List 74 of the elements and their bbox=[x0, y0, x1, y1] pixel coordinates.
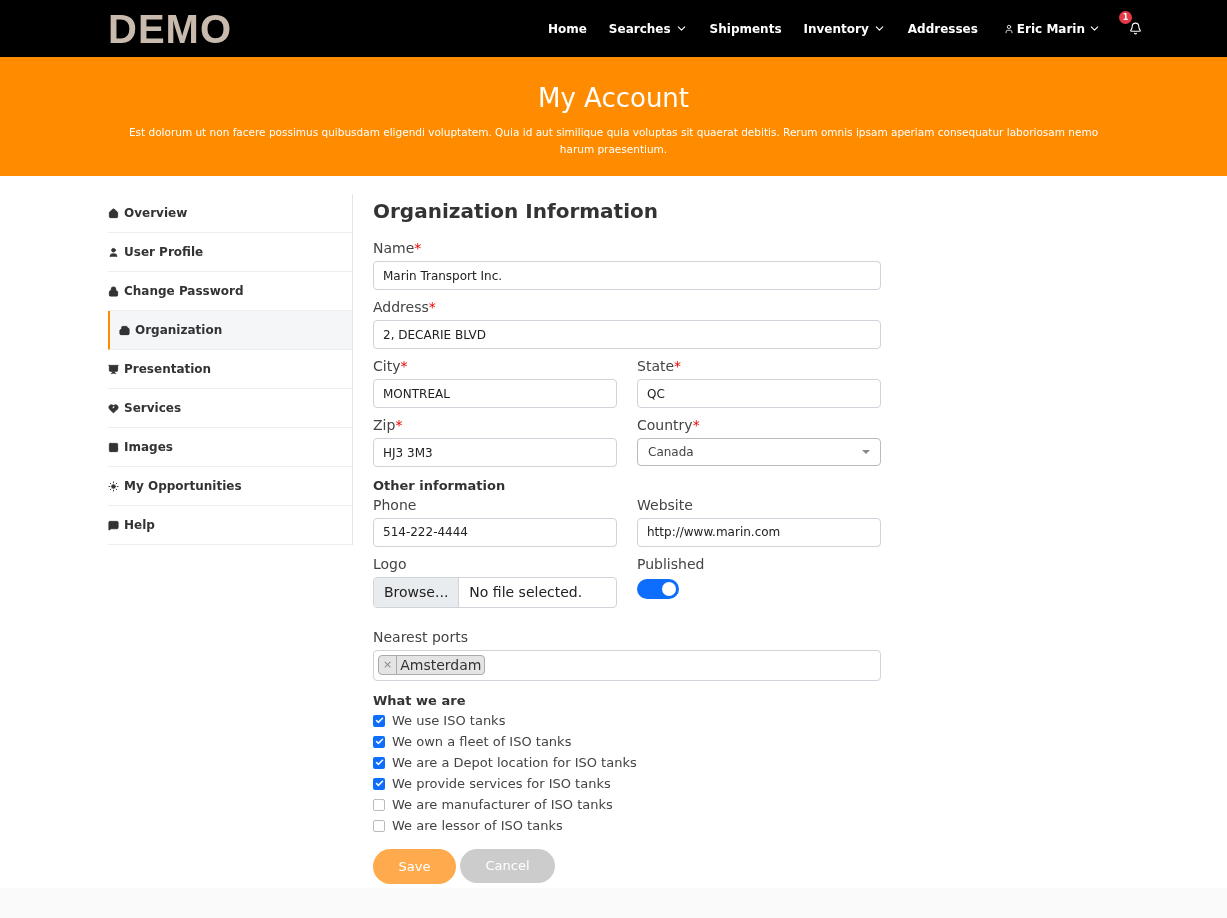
heart-icon bbox=[108, 402, 119, 414]
sidebar-item[interactable]: Help bbox=[108, 506, 352, 545]
sidebar-item[interactable]: Organization bbox=[108, 311, 352, 350]
checkbox[interactable] bbox=[373, 777, 385, 790]
nav-link[interactable]: Inventory bbox=[803, 19, 886, 38]
checkbox-label: We use ISO tanks bbox=[392, 711, 506, 730]
toggle-switch[interactable] bbox=[637, 578, 679, 599]
checkbox[interactable] bbox=[373, 735, 385, 748]
nav-link[interactable]: Searches bbox=[608, 19, 688, 38]
sidebar-item[interactable]: Images bbox=[108, 428, 352, 467]
file-field[interactable]: Browse... No file selected. bbox=[373, 576, 617, 608]
checkbox[interactable] bbox=[373, 819, 385, 832]
country-dropdown[interactable]: Canada bbox=[637, 438, 881, 466]
checkbox[interactable] bbox=[373, 714, 385, 727]
sidebar-item[interactable]: My Opportunities bbox=[108, 467, 352, 506]
field-label: Phone bbox=[373, 495, 417, 515]
subsection-heading: Other information bbox=[373, 477, 507, 495]
required-asterisk: * bbox=[428, 298, 436, 317]
port-tag: × Amsterdam bbox=[378, 655, 486, 675]
nav-link[interactable]: Home bbox=[547, 19, 587, 38]
required-asterisk: * bbox=[400, 357, 408, 376]
text-field[interactable]: HJ3 3M3 bbox=[373, 438, 617, 467]
field-label: Logo bbox=[373, 554, 407, 574]
checkbox-label: We own a fleet of ISO tanks bbox=[392, 732, 572, 751]
browse-button[interactable]: Browse... bbox=[374, 577, 460, 607]
text-field[interactable]: Marin Transport Inc. bbox=[373, 261, 881, 290]
field-label: Country bbox=[637, 416, 693, 435]
house-icon bbox=[108, 207, 119, 219]
text-field[interactable]: 2, DECARIE BLVD bbox=[373, 320, 881, 349]
sidebar-item[interactable]: Services bbox=[108, 389, 352, 428]
page-title: My Account bbox=[537, 82, 690, 115]
sun-icon bbox=[108, 480, 119, 492]
section-title: Organization Information bbox=[373, 198, 659, 225]
field-label: Zip bbox=[373, 416, 396, 435]
required-asterisk: * bbox=[395, 416, 403, 435]
text-field[interactable]: QC bbox=[637, 379, 881, 408]
person-icon bbox=[108, 246, 119, 258]
field-label: Address bbox=[373, 298, 429, 317]
checkbox[interactable] bbox=[373, 756, 385, 769]
checkbox-label: We are lessor of ISO tanks bbox=[392, 816, 563, 835]
field-label: Published bbox=[637, 554, 705, 574]
text-field[interactable]: 514-222-4444 bbox=[373, 517, 617, 547]
bell-icon[interactable] bbox=[1129, 22, 1142, 35]
presentation-icon bbox=[108, 363, 119, 375]
caret-icon bbox=[862, 450, 870, 454]
checkbox-label: We provide services for ISO tanks bbox=[392, 774, 611, 793]
field-label: City bbox=[373, 357, 401, 376]
message-icon bbox=[108, 519, 119, 531]
text-field[interactable]: MONTREAL bbox=[373, 379, 617, 408]
lock-icon bbox=[108, 285, 119, 297]
required-asterisk: * bbox=[692, 416, 700, 435]
user-menu[interactable]: Eric Marin bbox=[1003, 19, 1101, 38]
sidebar-item[interactable]: Overview bbox=[108, 194, 352, 233]
subsection-heading: What we are bbox=[373, 691, 467, 710]
required-asterisk: * bbox=[414, 239, 422, 258]
sidebar-item[interactable]: User Profile bbox=[108, 233, 352, 272]
nav-link[interactable]: Shipments bbox=[709, 19, 782, 38]
banner-text: Est dolorum ut non facere possimus quibusdam eligendi voluptatem. Quia id aut similique quia voluptas sit quaerat debitis. Rerum omnis ipsam aperiam consequatur laboriosam nemo harum praesentium. bbox=[127, 125, 1100, 157]
person-icon bbox=[1003, 23, 1014, 34]
file-name: No file selected. bbox=[468, 582, 584, 602]
checkbox-label: We are a Depot location for ISO tanks bbox=[392, 753, 637, 772]
field-label: Website bbox=[637, 495, 693, 515]
sidebar-item[interactable]: Presentation bbox=[108, 350, 352, 389]
notification-badge: 1 bbox=[1119, 11, 1132, 24]
brand-logo[interactable]: DEMO bbox=[108, 0, 232, 59]
text-field[interactable]: http://www.marin.com bbox=[637, 517, 881, 547]
tags-field[interactable]: × Amsterdam bbox=[373, 649, 881, 681]
nav-link[interactable]: Addresses bbox=[907, 19, 978, 38]
field-label: Name bbox=[373, 239, 415, 258]
required-asterisk: * bbox=[674, 357, 682, 376]
field-label: State bbox=[637, 357, 675, 376]
checkbox-label: We are manufacturer of ISO tanks bbox=[392, 795, 613, 814]
field-label: Nearest ports bbox=[373, 627, 468, 647]
checkbox[interactable] bbox=[373, 798, 385, 811]
